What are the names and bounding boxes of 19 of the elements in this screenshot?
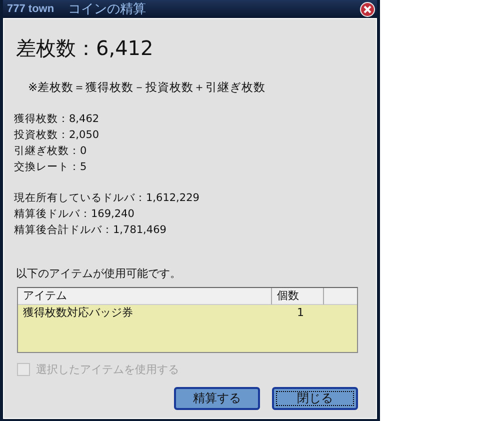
formula-note: ※差枚数＝獲得枚数－投資枚数＋引継ぎ枚数 xyxy=(28,80,267,95)
dollar-line: 現在所有しているドルバ：1,612,229 xyxy=(14,191,200,206)
column-header[interactable]: 個数 xyxy=(272,288,324,305)
close-icon[interactable] xyxy=(360,2,375,16)
table-cell[interactable]: 1 xyxy=(272,306,324,318)
window-title: コインの精算 xyxy=(68,1,148,18)
app-brand: 777 town xyxy=(7,3,54,15)
table-cell[interactable]: 獲得枚数対応バッジ券 xyxy=(18,304,272,320)
difference-heading: 差枚数：6,412 xyxy=(16,35,154,62)
column-header[interactable]: アイテム xyxy=(18,288,272,305)
dollar-line: 精算後合計ドルバ：1,781,469 xyxy=(14,223,168,238)
stat-line: 投資枚数：2,050 xyxy=(14,128,100,143)
dialog-button[interactable]: 精算する xyxy=(174,387,260,410)
stat-line: 交換レート：5 xyxy=(14,160,88,175)
items-caption: 以下のアイテムが使用可能です。 xyxy=(16,266,182,281)
dollar-line: 精算後ドルバ：169,240 xyxy=(14,207,136,222)
stat-line: 獲得枚数：8,462 xyxy=(14,112,100,127)
dialog-button[interactable]: 閉じる xyxy=(272,387,358,410)
stat-line: 引継ぎ枚数：0 xyxy=(14,144,88,159)
